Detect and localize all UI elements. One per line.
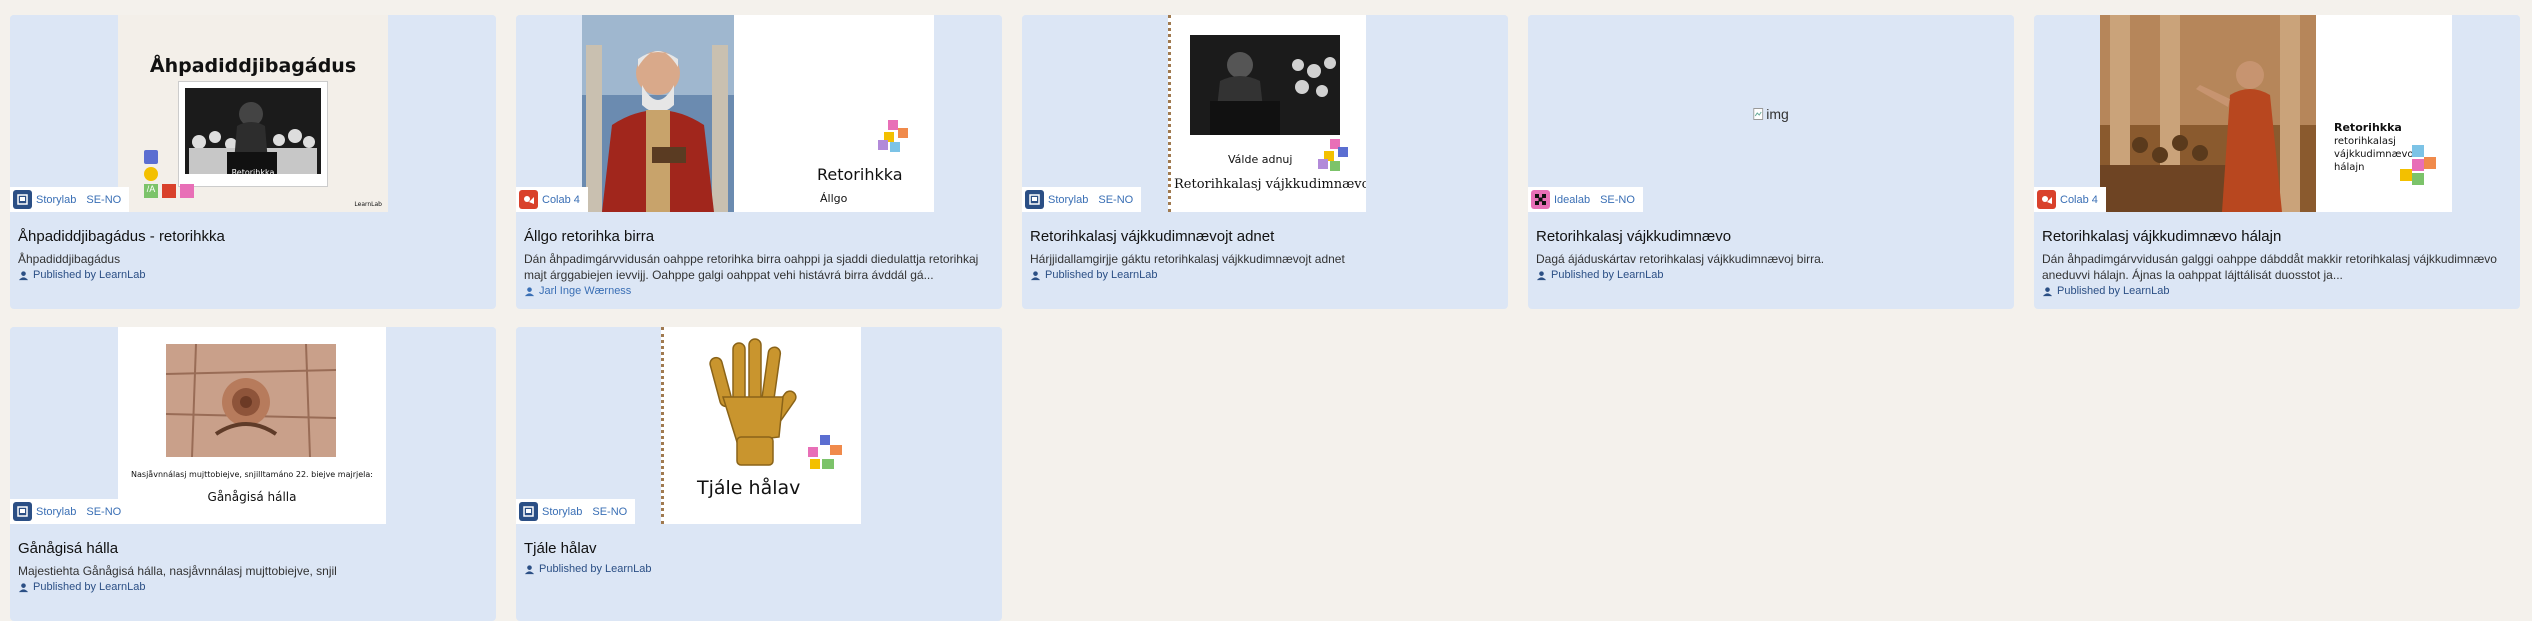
tool-name: Colab 4: [542, 193, 580, 206]
tool-tag: Storylab SE-NO: [10, 499, 130, 524]
card-thumbnail: Åhpadiddjibagádus Retorihkka /A LearnLab…: [10, 15, 496, 212]
course-grid: Åhpadiddjibagádus Retorihkka /A LearnLab…: [10, 15, 2520, 621]
spiral-binding: [661, 327, 667, 524]
publisher: Published by LearnLab: [524, 563, 994, 575]
card-title[interactable]: Retorihkalasj vájkkudimnævo hálajn: [2042, 228, 2512, 246]
card-thumbnail: Válde adnuj Retorihkalasj vájkkudimnævoj…: [1022, 15, 1508, 212]
storylab-icon: [13, 502, 32, 521]
colab-icon: [519, 190, 538, 209]
card-thumbnail: Retorihkka Állgo Colab 4: [516, 15, 1002, 212]
language-code: SE-NO: [592, 505, 628, 518]
publisher: Jarl Inge Wærness: [524, 285, 994, 297]
user-icon: [18, 582, 29, 592]
publisher: Published by LearnLab: [2042, 285, 2512, 297]
thumb-small-caption: Nasjåvnnálasj mujttobiejve, snjilltamáno…: [131, 470, 373, 479]
thumb-footer: LearnLab: [354, 201, 382, 208]
card-title[interactable]: Retorihkalasj vájkkudimnævo: [1536, 228, 2006, 246]
colab-icon: [2037, 190, 2056, 209]
thumb-heading: Retorihkalasj vájkkudimnævoj: [1174, 177, 1366, 192]
tool-tag: Storylab SE-NO: [10, 187, 130, 212]
puzzle-logo: [874, 120, 910, 157]
tool-name: Idealab: [1554, 193, 1591, 206]
card-title[interactable]: Åhpadiddjibagádus - retorihkka: [18, 228, 488, 246]
thumb-heading: Tjále hålav: [697, 477, 801, 499]
publisher-name: Published by LearnLab: [33, 269, 146, 281]
publisher-name: Published by LearnLab: [2057, 285, 2170, 297]
puzzle-logo: [1316, 139, 1350, 176]
course-card[interactable]: Åhpadiddjibagádus Retorihkka /A LearnLab…: [10, 15, 496, 309]
publisher-name: Published by LearnLab: [1551, 269, 1664, 281]
publisher-name: Published by LearnLab: [539, 563, 652, 575]
card-title[interactable]: Tjále hålav: [524, 540, 994, 558]
course-card[interactable]: img Idealab SE-NO Retorihkalasj vájkkudi…: [1528, 15, 2014, 309]
course-card[interactable]: Retorihkka Állgo Colab 4 Állgo retorihka…: [516, 15, 1002, 309]
storylab-icon: [519, 502, 538, 521]
publisher: Published by LearnLab: [18, 269, 488, 281]
golden-hand-image: [707, 337, 797, 467]
broken-image-icon: [1753, 107, 1764, 120]
tool-name: Storylab: [1048, 193, 1089, 206]
thumb-heading: Gånågisá hálla: [207, 490, 297, 504]
card-thumbnail: Retorihkka retorihkalasj vájkkudimnævo h…: [2034, 15, 2520, 212]
card-title[interactable]: Retorihkalasj vájkkudimnævojt adnet: [1030, 228, 1500, 246]
user-icon: [524, 286, 535, 296]
idealab-icon: [1531, 190, 1550, 209]
language-code: SE-NO: [86, 193, 122, 206]
speaker-crowd-illustration: [1190, 35, 1340, 135]
tool-tag: Idealab SE-NO: [1528, 187, 1643, 212]
thumb-small-caption: Állgo: [820, 192, 848, 205]
broken-image: img: [1753, 106, 1789, 122]
tool-tag: Storylab SE-NO: [516, 499, 636, 524]
storylab-icon: [13, 190, 32, 209]
card-thumbnail: Tjále hålav Storylab SE-NO: [516, 327, 1002, 524]
publisher: Published by LearnLab: [18, 581, 488, 593]
tool-tag: Storylab SE-NO: [1022, 187, 1142, 212]
publisher: Published by LearnLab: [1030, 269, 1500, 281]
card-description: Majestiehta Gånågisá hálla, nasjåvnnálas…: [18, 564, 337, 578]
tool-name: Storylab: [36, 505, 77, 518]
puzzle-logo: [2400, 145, 2440, 202]
course-card[interactable]: Nasjåvnnálasj mujttobiejve, snjilltamáno…: [10, 327, 496, 621]
card-description: Dán åhpadimgárvvidusán galggi oahppe dáb…: [2042, 252, 2497, 282]
tool-name: Colab 4: [2060, 193, 2098, 206]
course-card[interactable]: Retorihkka retorihkalasj vájkkudimnævo h…: [2034, 15, 2520, 309]
user-icon: [524, 564, 535, 574]
card-description: Dán åhpadimgárvvidusán oahppe retorihka …: [524, 252, 979, 282]
thumb-small-caption: Válde adnuj: [1228, 153, 1293, 166]
card-description: Hárjjidallamgirjje gáktu retorihkalasj v…: [1030, 252, 1345, 266]
card-description: Åhpadiddjibagádus: [18, 252, 121, 266]
thumb-heading: Retorihkka: [817, 165, 903, 184]
tool-name: Storylab: [36, 193, 77, 206]
puzzle-logo: [806, 435, 846, 480]
card-thumbnail: img Idealab SE-NO: [1528, 15, 2014, 212]
card-title[interactable]: Állgo retorihka birra: [524, 228, 994, 246]
tool-tag: Colab 4: [2034, 187, 2106, 212]
publisher-name: Published by LearnLab: [1045, 269, 1158, 281]
orator-painting: [2100, 15, 2316, 212]
user-icon: [1536, 270, 1547, 280]
image-alt-text: img: [1766, 105, 1789, 122]
tool-tag: Colab 4: [516, 187, 588, 212]
card-title[interactable]: Gånågisá hálla: [18, 540, 488, 558]
publisher: Published by LearnLab: [1536, 269, 2006, 281]
user-icon: [18, 270, 29, 280]
badge-icons: /A: [144, 150, 204, 210]
card-thumbnail: Nasjåvnnálasj mujttobiejve, snjilltamáno…: [10, 327, 496, 524]
language-code: SE-NO: [1098, 193, 1134, 206]
storylab-icon: [1025, 190, 1044, 209]
publisher-name: Published by LearnLab: [33, 581, 146, 593]
course-card[interactable]: Tjále hålav Storylab SE-NO Tjále hålav P…: [516, 327, 1002, 621]
user-icon: [2042, 286, 2053, 296]
thumb-heading: Retorihkka: [2334, 121, 2402, 134]
orator-painting: [582, 15, 734, 212]
language-code: SE-NO: [86, 505, 122, 518]
course-card[interactable]: Válde adnuj Retorihkalasj vájkkudimnævoj…: [1022, 15, 1508, 309]
thumb-heading: Åhpadiddjibagádus: [149, 55, 357, 77]
publisher-name[interactable]: Jarl Inge Wærness: [539, 285, 631, 297]
user-icon: [1030, 270, 1041, 280]
language-code: SE-NO: [1600, 193, 1635, 206]
card-description: Dagá ájáduskártav retorihkalasj vájkkudi…: [1536, 252, 1825, 266]
tool-name: Storylab: [542, 505, 583, 518]
rose-crown-photo: [165, 343, 337, 458]
